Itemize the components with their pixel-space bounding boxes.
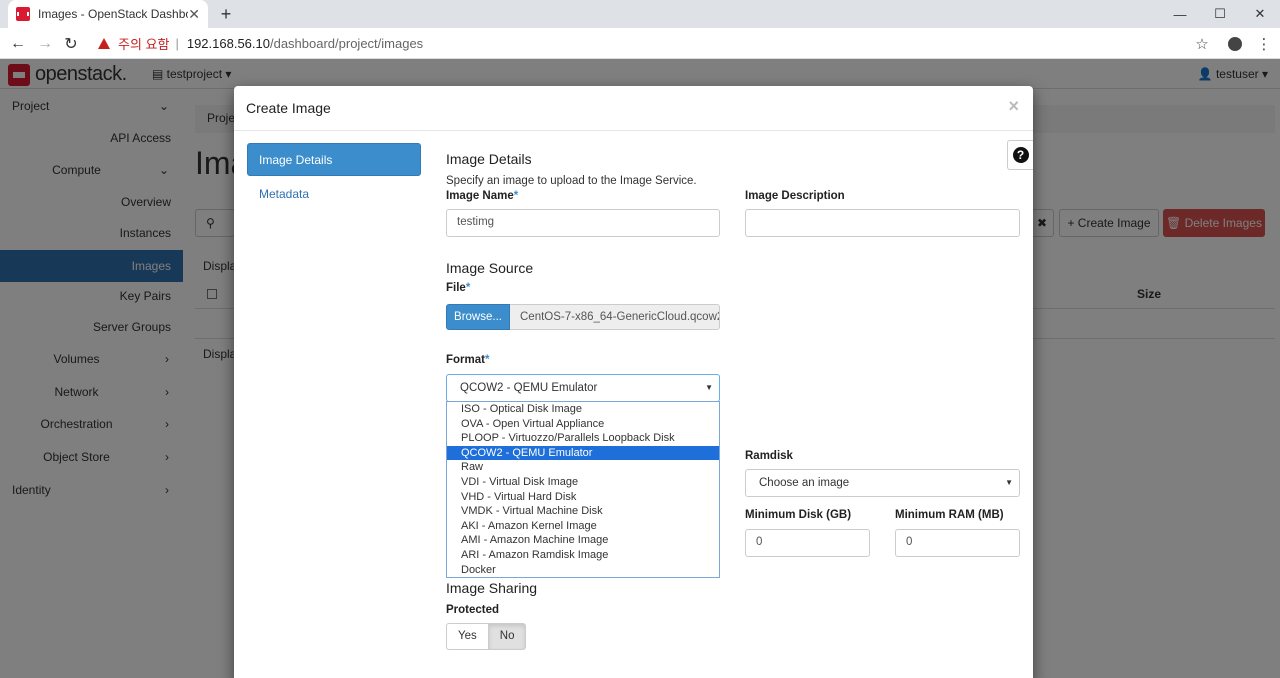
- format-option[interactable]: ARI - Amazon Ramdisk Image: [447, 548, 719, 563]
- window-controls: — ☐ ✕: [1160, 0, 1280, 28]
- modal-title: Create Image: [246, 100, 331, 116]
- dropdown-arrow-icon: ▼: [1005, 478, 1013, 487]
- tab-close-icon[interactable]: ✕: [188, 6, 200, 23]
- window-close-icon[interactable]: ✕: [1240, 0, 1280, 28]
- tab-metadata[interactable]: Metadata: [259, 187, 309, 201]
- modal-header: Create Image ×: [234, 86, 1033, 131]
- format-option[interactable]: AKI - Amazon Kernel Image: [447, 519, 719, 534]
- image-details-heading: Image Details: [446, 151, 532, 167]
- protected-no-button[interactable]: No: [488, 623, 527, 650]
- format-options-list[interactable]: ISO - Optical Disk Image OVA - Open Virtu…: [446, 401, 720, 578]
- format-option[interactable]: VDI - Virtual Disk Image: [447, 475, 719, 490]
- min-disk-input[interactable]: 0: [745, 529, 870, 557]
- protected-toggle: Yes No: [446, 623, 527, 650]
- browser-menu-icon[interactable]: ⋮: [1253, 33, 1275, 55]
- ramdisk-select[interactable]: Choose an image ▼: [745, 469, 1020, 497]
- browser-toolbar: ← → ↻ 주의 요함 | 192.168.56.10 /dashboard/p…: [0, 28, 1280, 59]
- openstack-favicon-icon: [16, 7, 30, 21]
- format-option[interactable]: OVA - Open Virtual Appliance: [447, 417, 719, 432]
- ramdisk-placeholder: Choose an image: [759, 477, 850, 489]
- minimize-icon[interactable]: —: [1160, 0, 1200, 28]
- image-details-help-text: Specify an image to upload to the Image …: [446, 175, 697, 187]
- format-option[interactable]: ISO - Optical Disk Image: [447, 402, 719, 417]
- browse-button[interactable]: Browse...: [446, 304, 510, 330]
- format-selected-value: QCOW2 - QEMU Emulator: [460, 382, 598, 394]
- tab-title: Images - OpenStack Dashboard: [38, 7, 188, 21]
- address-bar[interactable]: 주의 요함 | 192.168.56.10 /dashboard/project…: [94, 30, 1219, 57]
- create-image-modal: Create Image × Image Details Metadata ? …: [234, 86, 1033, 678]
- format-option[interactable]: PLOOP - Virtuozzo/Parallels Loopback Dis…: [447, 431, 719, 446]
- image-name-label: Image Name*: [446, 190, 519, 202]
- protected-yes-button[interactable]: Yes: [446, 623, 489, 650]
- browser-tabstrip: Images - OpenStack Dashboard ✕ + — ☐ ✕: [0, 0, 1280, 28]
- warning-triangle-icon: [98, 38, 110, 49]
- url-host: 192.168.56.10: [186, 36, 270, 51]
- format-option[interactable]: Docker: [447, 563, 719, 578]
- reload-icon[interactable]: ↻: [60, 33, 82, 55]
- dropdown-arrow-icon: ▼: [705, 383, 713, 392]
- new-tab-button[interactable]: +: [216, 4, 236, 24]
- format-label: Format*: [446, 354, 490, 366]
- forward-arrow-icon[interactable]: →: [34, 33, 56, 55]
- browser-tab[interactable]: Images - OpenStack Dashboard ✕: [8, 0, 208, 28]
- format-select[interactable]: QCOW2 - QEMU Emulator ▼: [446, 374, 720, 402]
- image-description-input[interactable]: [745, 209, 1020, 237]
- protected-label: Protected: [446, 604, 500, 616]
- image-name-input[interactable]: testimg: [446, 209, 720, 237]
- url-path: /dashboard/project/images: [269, 36, 424, 51]
- format-option[interactable]: AMI - Amazon Machine Image: [447, 533, 719, 548]
- selected-file-name: CentOS-7-x86_64-GenericCloud.qcow2: [510, 304, 720, 330]
- profile-icon[interactable]: [1224, 33, 1246, 55]
- tab-image-details[interactable]: Image Details: [247, 143, 421, 176]
- security-warning-label[interactable]: 주의 요함: [118, 34, 169, 53]
- url-separator: |: [175, 36, 179, 51]
- min-ram-input[interactable]: 0: [895, 529, 1020, 557]
- bookmark-star-icon[interactable]: ☆: [1191, 33, 1213, 55]
- image-source-heading: Image Source: [446, 260, 534, 276]
- help-icon: ?: [1012, 147, 1029, 163]
- image-description-label: Image Description: [745, 190, 845, 202]
- format-option[interactable]: Raw: [447, 460, 719, 475]
- format-option[interactable]: QCOW2 - QEMU Emulator: [447, 445, 719, 461]
- ramdisk-label: Ramdisk: [745, 450, 793, 462]
- back-arrow-icon[interactable]: ←: [7, 33, 29, 55]
- min-disk-label: Minimum Disk (GB): [745, 509, 852, 521]
- image-sharing-heading: Image Sharing: [446, 580, 538, 596]
- format-option[interactable]: VHD - Virtual Hard Disk: [447, 490, 719, 505]
- maximize-icon[interactable]: ☐: [1200, 0, 1240, 28]
- file-label: File*: [446, 282, 471, 294]
- min-ram-label: Minimum RAM (MB): [895, 509, 1004, 521]
- help-button[interactable]: ?: [1007, 140, 1033, 170]
- close-icon[interactable]: ×: [1008, 96, 1019, 117]
- format-option[interactable]: VMDK - Virtual Machine Disk: [447, 504, 719, 519]
